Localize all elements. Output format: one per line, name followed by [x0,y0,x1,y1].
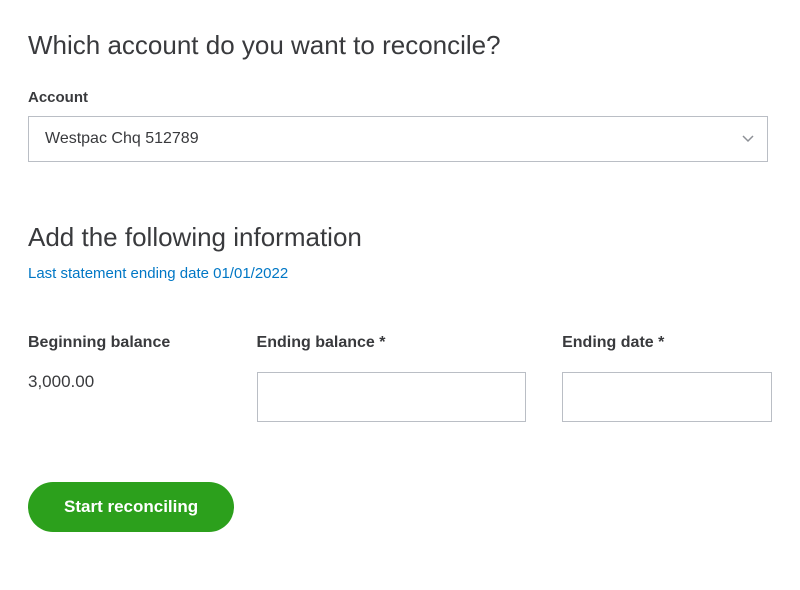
beginning-balance-group: Beginning balance 3,000.00 [28,334,221,422]
account-select[interactable]: Westpac Chq 512789 [28,116,768,162]
last-statement-link[interactable]: Last statement ending date 01/01/2022 [28,265,288,282]
info-heading: Add the following information [28,222,772,253]
reconcile-heading: Which account do you want to reconcile? [28,30,772,61]
account-selected-value: Westpac Chq 512789 [45,130,199,148]
ending-date-input[interactable] [562,372,772,422]
ending-balance-label: Ending balance * [257,334,527,352]
ending-balance-group: Ending balance * [257,334,527,422]
ending-date-label: Ending date * [562,334,772,352]
account-label: Account [28,89,772,106]
beginning-balance-label: Beginning balance [28,334,221,352]
ending-date-group: Ending date * [562,334,772,422]
account-select-wrapper: Westpac Chq 512789 [28,116,768,162]
beginning-balance-value: 3,000.00 [28,372,221,392]
ending-balance-input[interactable] [257,372,527,422]
start-reconciling-button[interactable]: Start reconciling [28,482,234,532]
balance-fields-row: Beginning balance 3,000.00 Ending balanc… [28,334,772,422]
